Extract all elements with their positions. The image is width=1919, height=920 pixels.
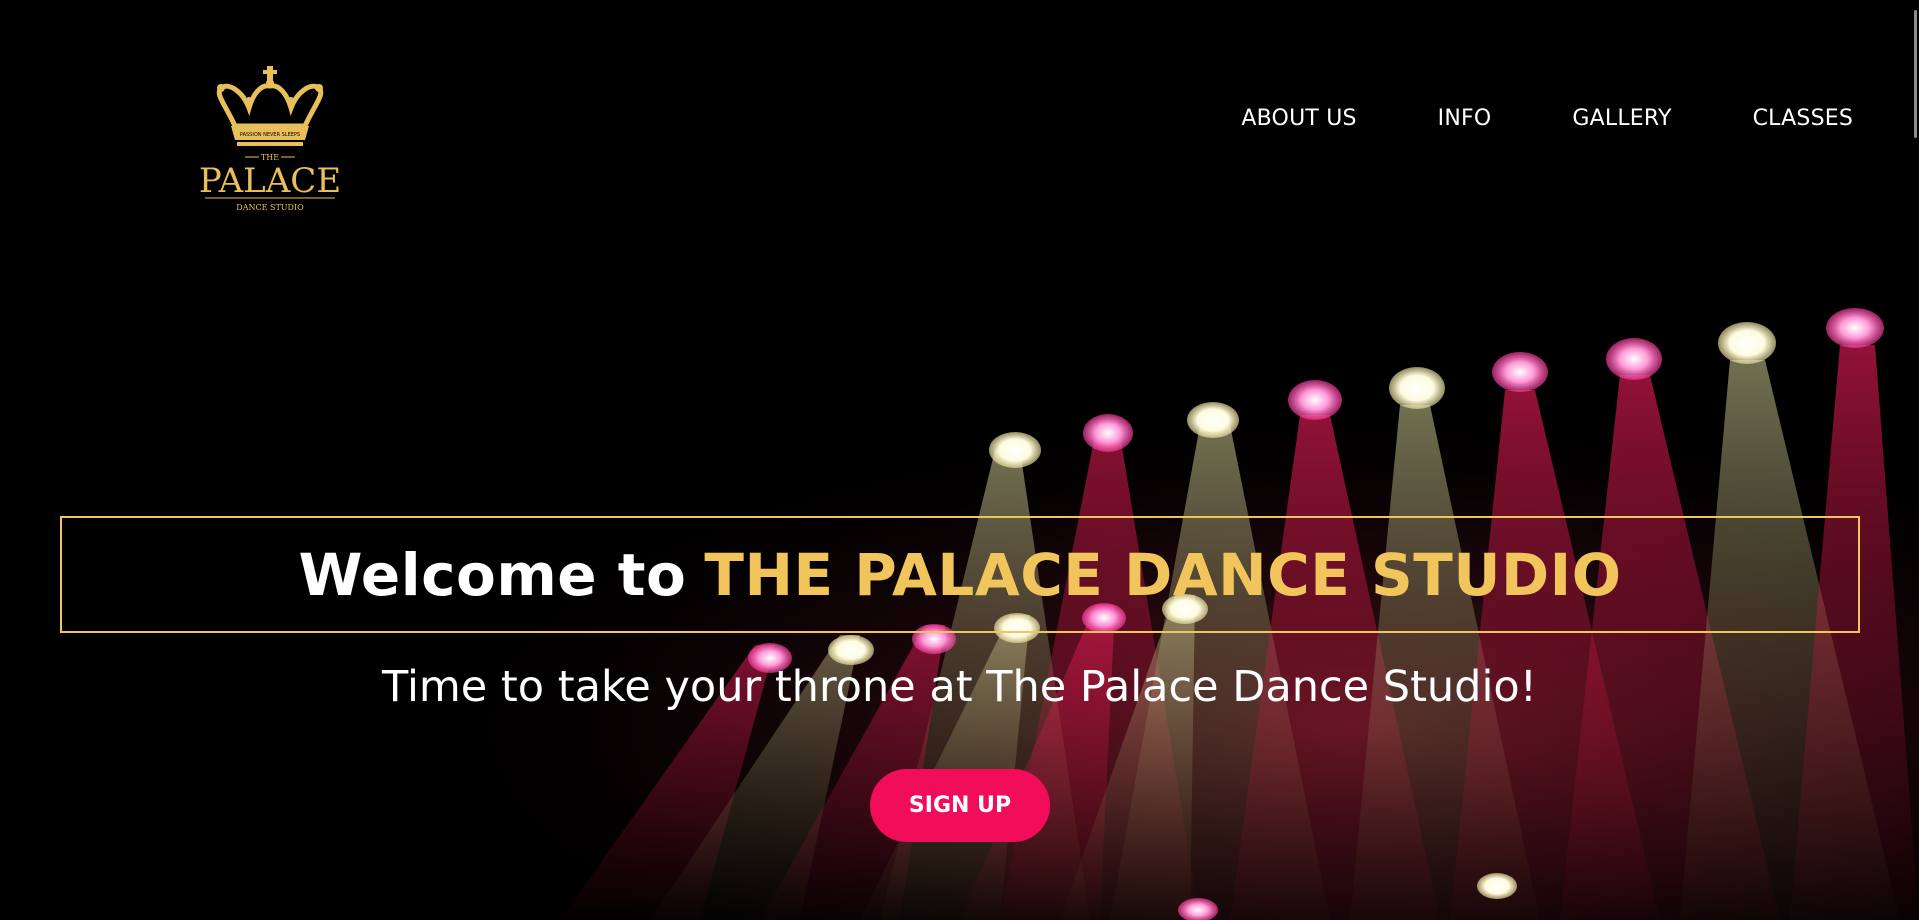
logo-sub: DANCE STUDIO [236,203,304,212]
logo-tagline: PASSION NEVER SLEEPS [240,132,300,138]
main-nav: ABOUT US INFO GALLERY CLASSES [1241,104,1853,134]
nav-info[interactable]: INFO [1438,104,1492,134]
nav-gallery[interactable]: GALLERY [1572,104,1671,134]
page-scrollbar[interactable] [1911,0,1919,920]
hero-tagline: Time to take your throne at The Palace D… [382,662,1537,712]
logo-palace: PALACE [199,161,341,201]
welcome-banner: Welcome to THE PALACE DANCE STUDIO [60,516,1860,633]
palace-logo[interactable]: PASSION NEVER SLEEPS THE PALACE DANCE ST… [195,64,345,214]
scrollbar-thumb[interactable] [1914,10,1917,138]
welcome-prefix: Welcome to [298,540,687,609]
sign-up-button[interactable]: SIGN UP [870,769,1050,842]
nav-about-us[interactable]: ABOUT US [1241,104,1356,134]
crown-icon: PASSION NEVER SLEEPS THE PALACE DANCE ST… [199,66,341,212]
nav-classes[interactable]: CLASSES [1753,104,1853,134]
welcome-heading: Welcome to THE PALACE DANCE STUDIO [298,541,1621,609]
page: PASSION NEVER SLEEPS THE PALACE DANCE ST… [0,0,1919,920]
studio-name: THE PALACE DANCE STUDIO [704,540,1622,609]
site-header: PASSION NEVER SLEEPS THE PALACE DANCE ST… [0,0,1919,290]
